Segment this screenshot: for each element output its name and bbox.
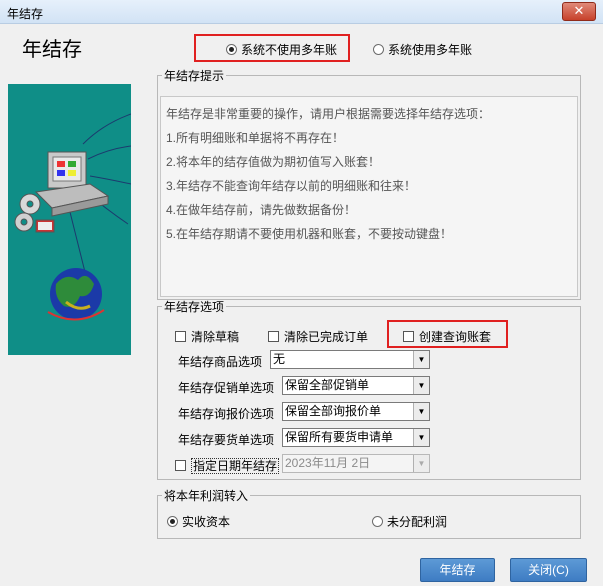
checkbox-label: 创建查询账套 <box>419 330 492 344</box>
tip-line: 5.在年结存期请不要使用机器和账套，不要按动键盘！ <box>166 227 453 241</box>
window-title: 年结存 <box>7 7 44 21</box>
computer-illustration <box>8 84 131 355</box>
quote-option-label: 年结存询报价选项 <box>178 407 275 421</box>
quote-option-select[interactable]: 保留全部询报价单 ▼ <box>282 402 430 421</box>
select-value: 无 <box>273 352 286 366</box>
checkbox-clear-completed-orders[interactable]: 清除已完成订单 <box>268 328 368 345</box>
goods-option-select[interactable]: 无 ▼ <box>270 350 430 369</box>
checkbox-icon <box>403 331 414 342</box>
checkbox-icon <box>175 460 186 471</box>
tip-line: 年结存是非常重要的操作，请用户根据需要选择年结存选项： <box>166 107 491 121</box>
radio-label: 未分配利润 <box>387 515 448 529</box>
tips-legend: 年结存提示 <box>164 69 225 83</box>
year-end-button[interactable]: 年结存 <box>420 558 495 582</box>
date-picker[interactable]: 2023年11月 2日 ▼ <box>282 454 430 473</box>
select-value: 保留全部促销单 <box>285 378 370 392</box>
computer-globe-icon <box>14 113 131 321</box>
radio-unselected-icon <box>372 516 383 527</box>
tip-line: 3.年结存不能查询年结存以前的明细账和往来！ <box>166 179 417 193</box>
radio-label: 实收资本 <box>182 515 231 529</box>
radio-selected-icon <box>226 44 237 55</box>
request-option-select[interactable]: 保留所有要货申请单 ▼ <box>282 428 430 447</box>
checkbox-label: 清除已完成订单 <box>284 330 369 344</box>
tip-line: 4.在做年结存前，请先做数据备份！ <box>166 203 357 217</box>
checkbox-label: 指定日期年结存 <box>191 458 280 474</box>
options-legend: 年结存选项 <box>164 300 225 314</box>
dropdown-arrow-icon[interactable]: ▼ <box>413 377 429 394</box>
title-bar: 年结存 ✕ <box>0 0 603 24</box>
tips-group: 年结存提示 年结存是非常重要的操作，请用户根据需要选择年结存选项： 1.所有明细… <box>157 67 581 300</box>
checkbox-create-query-account[interactable]: 创建查询账套 <box>403 328 491 345</box>
checkbox-icon <box>268 331 279 342</box>
profit-legend: 将本年利润转入 <box>164 489 249 503</box>
dropdown-arrow-icon[interactable]: ▼ <box>413 429 429 446</box>
checkbox-clear-drafts[interactable]: 清除草稿 <box>175 328 239 345</box>
dropdown-arrow-icon[interactable]: ▼ <box>413 455 429 472</box>
dialog-content: 年结存 系统不使用多年账 系统使用多年账 年结存提示 年结存是非常重要的操作，请… <box>0 25 603 586</box>
goods-option-label: 年结存商品选项 <box>178 355 263 369</box>
tips-text-area: 年结存是非常重要的操作，请用户根据需要选择年结存选项： 1.所有明细账和单据将不… <box>160 96 578 297</box>
radio-multi-year[interactable]: 系统使用多年账 <box>373 41 472 58</box>
promo-option-select[interactable]: 保留全部促销单 ▼ <box>282 376 430 395</box>
close-window-button[interactable]: ✕ <box>562 2 596 21</box>
tip-line: 1.所有明细账和单据将不再存在！ <box>166 131 345 145</box>
tip-line: 2.将本年的结存值做为期初值写入账套！ <box>166 155 381 169</box>
radio-unselected-icon <box>373 44 384 55</box>
close-button[interactable]: 关闭(C) <box>510 558 587 582</box>
request-option-label: 年结存要货单选项 <box>178 433 275 447</box>
radio-undistributed-profit[interactable]: 未分配利润 <box>372 513 447 530</box>
select-value: 保留所有要货申请单 <box>285 430 394 444</box>
promo-option-label: 年结存促销单选项 <box>178 381 275 395</box>
radio-label: 系统使用多年账 <box>388 43 473 57</box>
select-value: 保留全部询报价单 <box>285 404 382 418</box>
radio-label: 系统不使用多年账 <box>241 43 338 57</box>
checkbox-specify-date[interactable]: 指定日期年结存 <box>175 457 280 474</box>
radio-no-multi-year[interactable]: 系统不使用多年账 <box>226 41 337 58</box>
page-title: 年结存 <box>22 39 82 61</box>
dialog-window: 年结存 ✕ 年结存 系统不使用多年账 系统使用多年账 年结存提示 年结存是非常重… <box>0 0 603 586</box>
checkbox-label: 清除草稿 <box>191 330 240 344</box>
dropdown-arrow-icon[interactable]: ▼ <box>413 351 429 368</box>
radio-selected-icon <box>167 516 178 527</box>
dropdown-arrow-icon[interactable]: ▼ <box>413 403 429 420</box>
date-value: 2023年11月 2日 <box>285 456 371 470</box>
radio-paid-in-capital[interactable]: 实收资本 <box>167 513 230 530</box>
checkbox-icon <box>175 331 186 342</box>
